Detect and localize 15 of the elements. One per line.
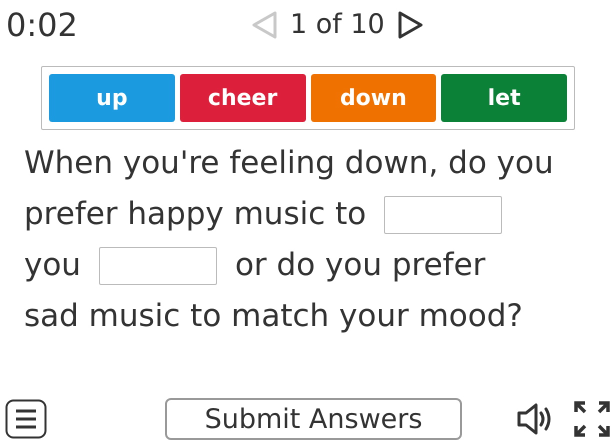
word-tile[interactable]: down (310, 74, 436, 122)
question-text: you (24, 246, 81, 285)
fullscreen-icon[interactable] (573, 400, 611, 438)
page-counter: 1 of 10 (290, 8, 385, 42)
question-text: When you're feeling down, do you (24, 144, 554, 183)
word-tile[interactable]: cheer (180, 74, 306, 122)
submit-button[interactable]: Submit Answers (165, 398, 462, 440)
next-icon[interactable] (396, 10, 425, 40)
menu-icon[interactable] (5, 399, 47, 439)
question-text: prefer happy music to (24, 195, 366, 234)
word-tile[interactable]: up (49, 74, 175, 122)
question-text: or do you prefer (234, 246, 486, 285)
timer: 0:02 (6, 5, 79, 46)
question-text: sad music to match your mood? (24, 297, 523, 336)
word-tile[interactable]: let (441, 74, 567, 122)
